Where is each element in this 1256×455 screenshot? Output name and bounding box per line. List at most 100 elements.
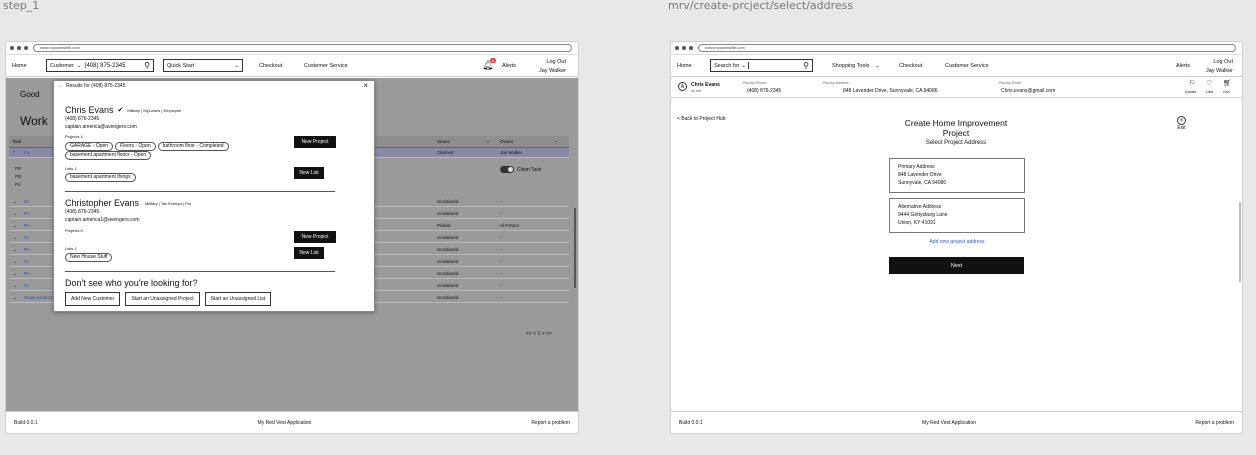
next-button[interactable]: Next xyxy=(889,257,1024,274)
nav-home[interactable]: Home xyxy=(12,63,27,69)
popup-header: ← Results for (408) 875-2345 xyxy=(58,83,125,89)
nav-shopping-tools[interactable]: Shopping Tools xyxy=(832,63,870,69)
unassigned-list-button[interactable]: Start an Unassigned List xyxy=(204,292,272,306)
task-name[interactable]: St xyxy=(24,283,28,288)
nav-home[interactable]: Home xyxy=(677,63,692,69)
task-status: Claimed xyxy=(437,150,454,155)
projects-label: Projects 4 xyxy=(65,134,83,139)
column-header[interactable]: Status xyxy=(437,139,450,144)
url-bar[interactable]: www.mylowesllife.com xyxy=(698,44,1236,52)
customer-card[interactable]: Christopher Evans Military | Tax Exempt … xyxy=(65,198,191,208)
nav-alerts[interactable]: Alerts xyxy=(1176,63,1190,69)
list-pill[interactable]: New House Stuff xyxy=(65,253,113,262)
quick-start-select[interactable]: Quick Start ⌄ xyxy=(163,59,243,72)
project-pill[interactable]: bathroom floor - Completed xyxy=(157,142,229,151)
avatar[interactable]: A xyxy=(678,82,687,91)
chevron-down-icon[interactable]: ⌄ xyxy=(13,247,17,253)
new-project-button[interactable]: New Project xyxy=(294,136,336,148)
task-name[interactable]: Pu xyxy=(24,247,30,252)
add-address-link[interactable]: Add new project address xyxy=(889,239,1025,245)
customer-name[interactable]: Chris Evans xyxy=(65,105,114,115)
back-to-project-hub[interactable]: < Back to Project Hub xyxy=(677,116,726,122)
nav-alerts[interactable]: Alerts xyxy=(502,63,516,69)
customer-email: Chris.evans@gmail.com xyxy=(1001,88,1056,94)
task-name[interactable]: Pu xyxy=(24,211,30,216)
app-name: My Red Vest Application xyxy=(922,419,976,426)
nav-customer-service[interactable]: Customer Service xyxy=(304,63,348,69)
back-arrow-icon[interactable]: ← xyxy=(58,83,63,89)
quotes-icon[interactable]: ⚐ xyxy=(1189,79,1195,87)
frame-title-left: step_1 xyxy=(3,0,40,12)
customer-bar: A Chris Evans no mvl Primary Phone (408)… xyxy=(671,78,1242,98)
task-name[interactable]: Pu xyxy=(24,150,30,155)
customer-subtext: no mvl xyxy=(691,89,702,93)
search-icon[interactable]: ⚲ xyxy=(144,61,150,70)
task-status: Unclaimed xyxy=(437,271,459,276)
chevron-down-icon[interactable]: ⌄ xyxy=(486,138,490,144)
customer-search[interactable]: Customer ⌄ (408) 875-2345 ⚲ xyxy=(46,59,154,72)
task-name[interactable]: St xyxy=(24,199,28,204)
claim-task-label: Claim Task xyxy=(517,166,542,173)
project-pill[interactable]: Floors - Open xyxy=(115,142,156,151)
exit-control[interactable]: × Exit xyxy=(1177,116,1186,131)
column-header[interactable]: Owner xyxy=(500,139,513,144)
search-input[interactable]: (408) 875-2345 xyxy=(84,63,125,69)
search-icon[interactable]: ⚲ xyxy=(803,61,809,70)
new-list-button[interactable]: New List xyxy=(294,247,324,259)
heart-icon[interactable]: ♡ xyxy=(1206,79,1212,87)
logout-link[interactable]: Log Out xyxy=(539,58,566,67)
user-name: Jay Walker xyxy=(1206,68,1233,74)
cart-icon[interactable]: 🛒︎ xyxy=(1223,79,1232,87)
chevron-up-icon[interactable]: ^ xyxy=(13,150,15,155)
pagination[interactable]: << < 1 > >> xyxy=(526,331,552,337)
verified-icon: ✔ xyxy=(117,107,124,114)
chevron-down-icon[interactable]: ⌄ xyxy=(13,259,17,265)
nav-customer-service[interactable]: Customer Service xyxy=(945,63,989,69)
chevron-down-icon[interactable]: ⌄ xyxy=(13,211,17,217)
nav-checkout[interactable]: Checkout xyxy=(899,63,922,69)
project-pill[interactable]: basement apartment floors - Open xyxy=(65,151,152,160)
address-option-alternative[interactable]: Alternative Address 9444 Gettysburg Lane… xyxy=(889,198,1025,233)
scrollbar[interactable] xyxy=(1239,202,1241,282)
address-option-primary[interactable]: Primary Address 848 Lavender Drive Sunny… xyxy=(889,158,1025,193)
unassigned-project-button[interactable]: Start an Unassigned Project xyxy=(125,292,200,306)
chevron-down-icon[interactable]: ⌄ xyxy=(13,223,17,229)
list-pill[interactable]: basement apartment things xyxy=(65,173,136,182)
customer-name[interactable]: Christopher Evans xyxy=(65,198,139,208)
url-bar[interactable]: www.mylowesllife.com xyxy=(33,44,572,52)
scrollbar[interactable] xyxy=(574,208,576,288)
report-problem-link[interactable]: Report a problem xyxy=(1195,420,1234,426)
search-type-select[interactable]: Search for xyxy=(714,63,739,69)
chevron-down-icon[interactable]: ⌄ xyxy=(13,235,17,241)
task-owner: -- xyxy=(500,235,503,240)
task-status: Unclaimed xyxy=(437,295,459,300)
report-problem-link[interactable]: Report a problem xyxy=(531,420,570,426)
project-pill[interactable]: GARAGE - Open xyxy=(65,142,114,151)
quick-start-label: Quick Start xyxy=(167,62,195,69)
search-type-select[interactable]: Customer xyxy=(50,63,74,69)
task-name[interactable]: St xyxy=(24,235,28,240)
close-icon[interactable]: × xyxy=(363,81,368,90)
page-title: Create Home Improvement Project Select P… xyxy=(856,118,1056,148)
search-field[interactable]: Search for ⌄ ⚲ xyxy=(710,59,813,72)
chevron-down-icon[interactable]: ⌄ xyxy=(13,295,17,301)
task-name[interactable]: St xyxy=(24,259,28,264)
claim-task-toggle[interactable]: Claim Task xyxy=(500,166,541,173)
chevron-down-icon[interactable]: ⌄ xyxy=(554,138,558,144)
exit-label[interactable]: Exit xyxy=(1177,125,1186,131)
logout-link[interactable]: Log Out xyxy=(1206,58,1233,67)
task-status: Unclaimed xyxy=(437,247,459,252)
new-project-button[interactable]: New Project xyxy=(294,231,336,243)
chevron-down-icon[interactable]: ⌄ xyxy=(13,199,17,205)
chevron-down-icon[interactable]: ⌄ xyxy=(13,271,17,277)
task-name[interactable]: Pu xyxy=(24,271,30,276)
customer-card[interactable]: Chris Evans ✔ Military | MyLowes | Emplo… xyxy=(65,105,181,115)
nav-checkout[interactable]: Checkout xyxy=(259,63,282,69)
task-name[interactable]: Pu xyxy=(24,223,30,228)
close-icon[interactable]: × xyxy=(1177,116,1186,125)
customer-name[interactable]: Chris Evans xyxy=(691,82,720,88)
new-list-button[interactable]: New List xyxy=(294,167,324,179)
add-new-customer-button[interactable]: Add New Customer xyxy=(65,292,121,306)
chevron-down-icon[interactable]: ⌄ xyxy=(13,283,17,289)
toggle-switch[interactable] xyxy=(500,166,514,173)
